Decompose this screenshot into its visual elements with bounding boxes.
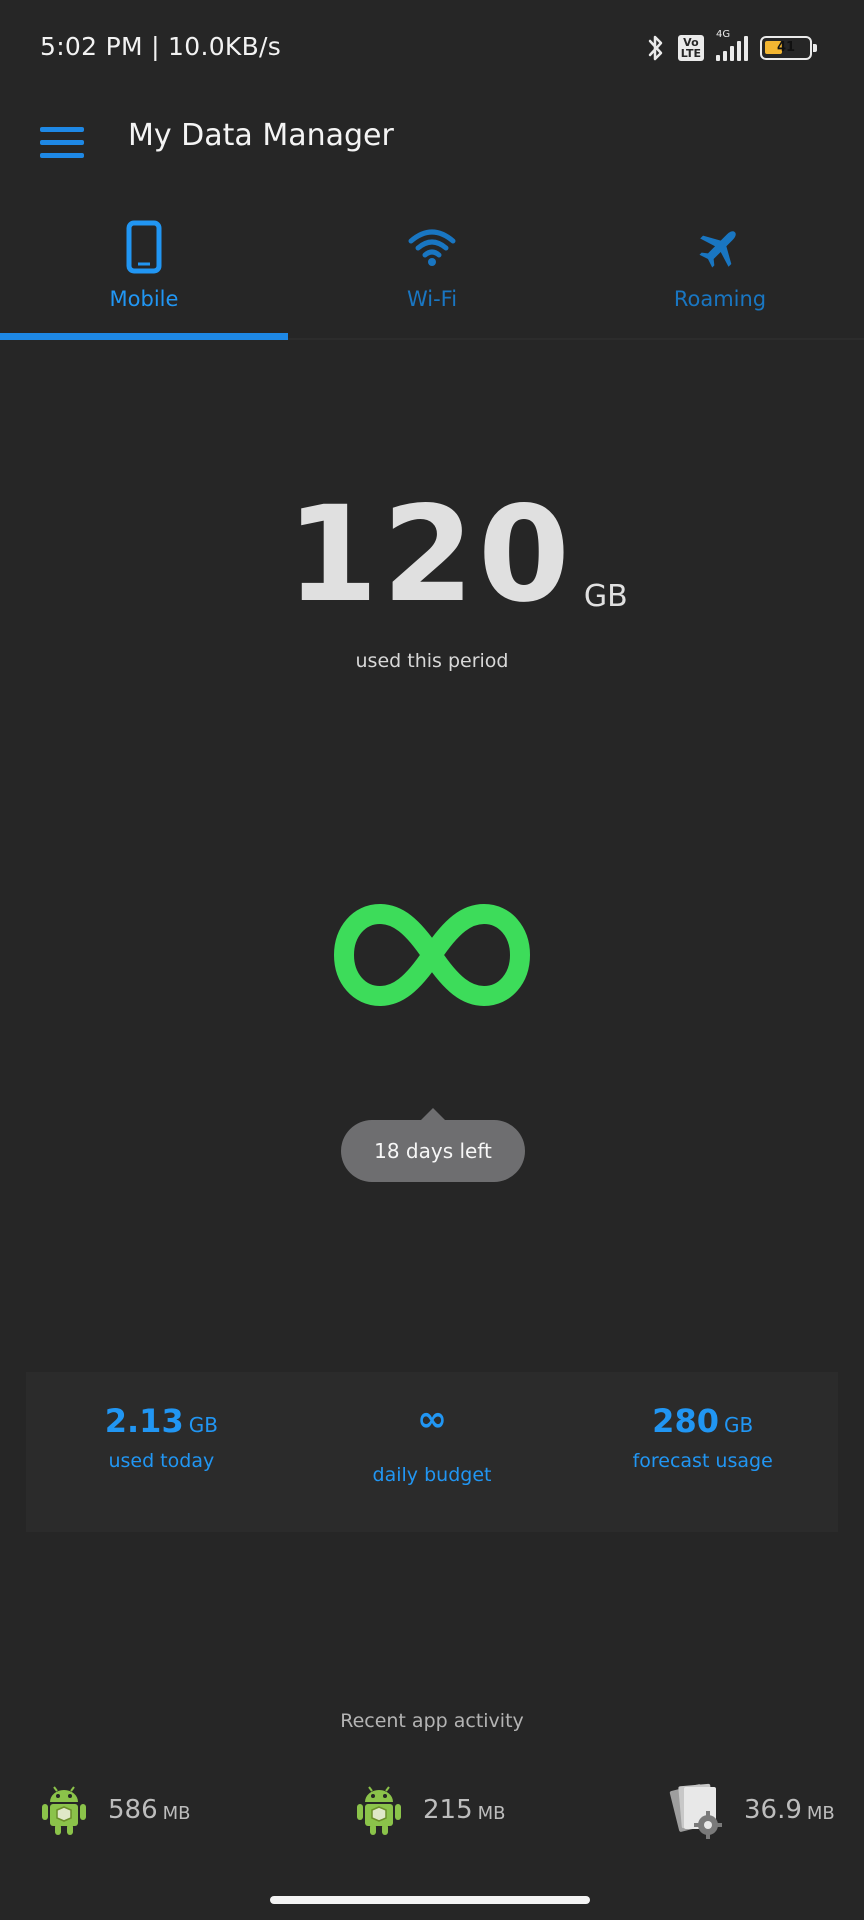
tab-label: Roaming (673, 287, 767, 311)
tab-bar: Mobile Wi-Fi Roaming (0, 205, 864, 340)
recent-app-item[interactable]: 586 MB (40, 1780, 191, 1840)
tab-roaming[interactable]: Roaming (576, 205, 864, 338)
recent-app-usage: 36.9 (744, 1795, 802, 1825)
status-icons: Vo LTE 4G 41 (646, 29, 817, 66)
android-app-icon (42, 1786, 86, 1835)
stat-value: 2.13 (104, 1402, 184, 1440)
stat-label: daily budget (372, 1464, 492, 1486)
tab-mobile[interactable]: Mobile (0, 205, 288, 340)
system-settings-app-icon (669, 1783, 722, 1839)
menu-button[interactable] (40, 118, 88, 166)
recent-app-unit: MB (477, 1802, 506, 1824)
stat-daily-budget: ∞ daily budget (297, 1372, 568, 1532)
tab-label: Mobile (109, 287, 179, 311)
status-time-speed: 5:02 PM | 10.0KB/s (40, 32, 282, 61)
recent-app-item[interactable]: 215 MB (355, 1780, 506, 1840)
hamburger-line (40, 139, 84, 145)
stat-value: 280 (652, 1402, 719, 1440)
stat-value: ∞ (417, 1399, 447, 1440)
battery-icon: 41 (760, 36, 817, 60)
stat-value-row: 280 GB (567, 1402, 838, 1440)
stat-forecast: 280 GB forecast usage (567, 1372, 838, 1532)
usage-caption: used this period (355, 650, 509, 672)
wifi-icon (404, 219, 460, 275)
network-type-label: 4G (716, 29, 731, 40)
stat-unit: GB (188, 1413, 218, 1437)
recent-app-item[interactable]: 36.9 MB (668, 1780, 835, 1840)
smartphone-icon (116, 219, 172, 275)
app-title: My Data Manager (128, 118, 394, 153)
stats-card: 2.13 GB used today ∞ daily budget 280 GB… (26, 1372, 838, 1532)
recent-activity-list: 586 MB 215 MB 36.9 MB (0, 1780, 864, 1840)
hamburger-icon (40, 126, 84, 132)
tab-wifi[interactable]: Wi-Fi (288, 205, 576, 338)
home-indicator[interactable] (270, 1896, 590, 1904)
stat-value-row: 2.13 GB (26, 1402, 297, 1440)
app-bar: My Data Manager (0, 100, 864, 200)
tab-label: Wi-Fi (406, 287, 458, 311)
stat-value-row: ∞ (297, 1402, 568, 1438)
usage-summary: 120 GB used this period (0, 478, 864, 672)
recent-app-usage: 215 (423, 1795, 473, 1825)
active-tab-indicator (0, 333, 288, 340)
hamburger-line (40, 152, 84, 158)
android-app-icon (357, 1786, 401, 1835)
signal-icon: 4G (716, 29, 748, 61)
usage-amount: 120 (286, 478, 574, 632)
airplane-icon (692, 219, 748, 275)
recent-activity-title: Recent app activity (340, 1710, 524, 1732)
infinity-icon (332, 900, 532, 1010)
stat-label: used today (108, 1450, 215, 1472)
bluetooth-icon (648, 35, 663, 61)
recent-app-usage: 586 (108, 1795, 158, 1825)
volte-icon: Vo LTE (677, 35, 704, 61)
status-bar: 5:02 PM | 10.0KB/s Vo LTE 4G 41 (0, 0, 864, 100)
stat-used-today: 2.13 GB used today (26, 1372, 297, 1532)
stat-label: forecast usage (632, 1450, 773, 1472)
recent-app-unit: MB (162, 1802, 191, 1824)
recent-app-unit: MB (806, 1802, 835, 1824)
screen: 5:02 PM | 10.0KB/s Vo LTE 4G 41 My Data … (0, 0, 864, 1920)
days-left-badge: 18 days left (341, 1120, 525, 1182)
usage-unit: GB (583, 579, 628, 614)
usage-amount-row: 120 GB (50, 478, 864, 632)
stat-unit: GB (723, 1413, 754, 1437)
battery-level: 41 (776, 40, 796, 55)
